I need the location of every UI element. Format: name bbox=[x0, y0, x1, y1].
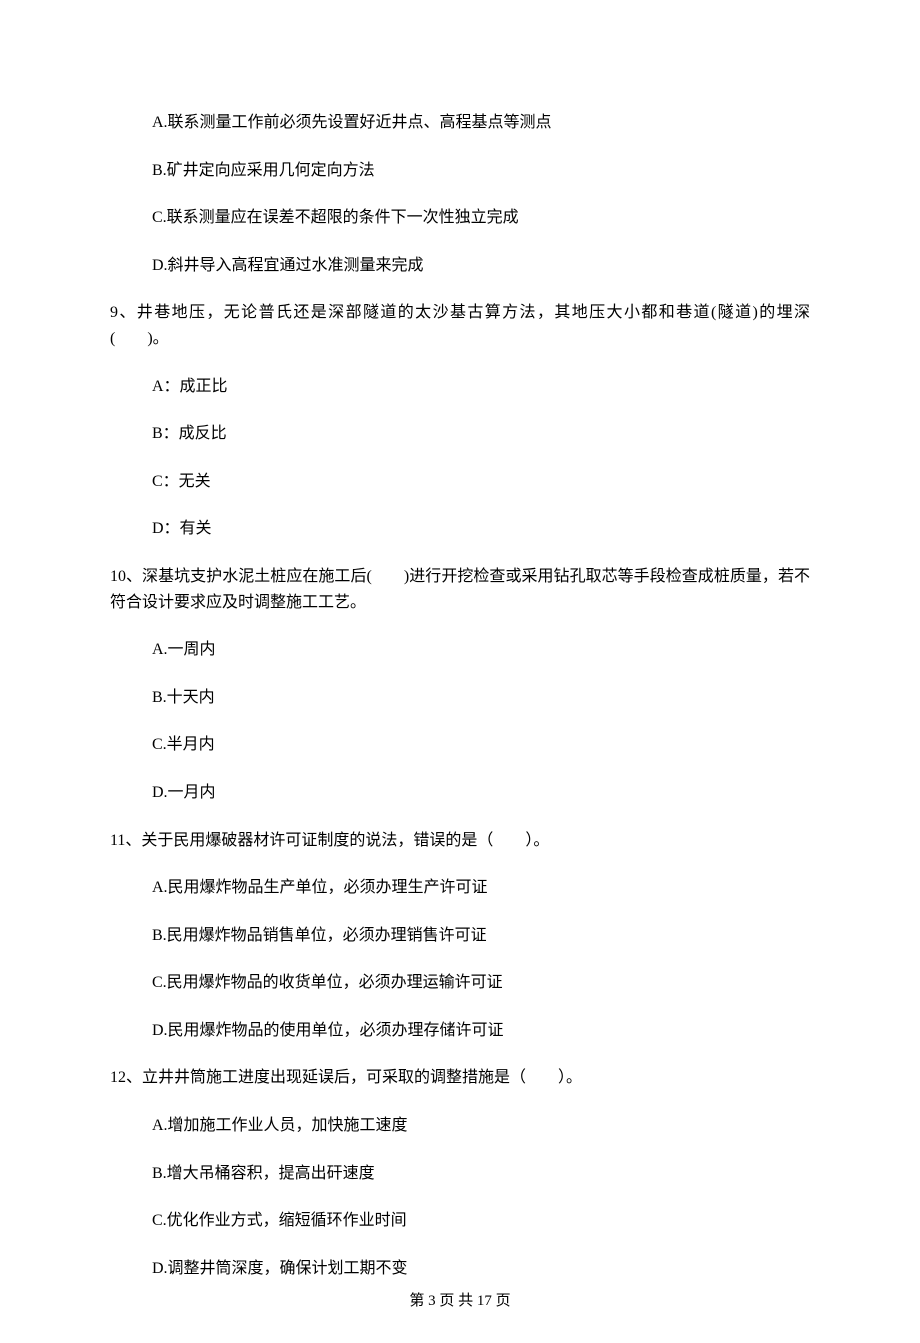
q8-option-a: A.联系测量工作前必须先设置好近井点、高程基点等测点 bbox=[152, 110, 810, 136]
q9-text: 9、井巷地压，无论普氏还是深部隧道的太沙基古算方法，其地压大小都和巷道(隧道)的… bbox=[110, 300, 810, 351]
q10-text: 10、深基坑支护水泥土桩应在施工后( )进行开挖检查或采用钻孔取芯等手段检查成桩… bbox=[110, 564, 810, 615]
q8-option-c: C.联系测量应在误差不超限的条件下一次性独立完成 bbox=[152, 205, 810, 231]
q12-option-b: B.增大吊桶容积，提高出矸速度 bbox=[152, 1161, 810, 1187]
q12-text: 12、立井井筒施工进度出现延误后，可采取的调整措施是（ ）。 bbox=[110, 1065, 810, 1091]
q11-option-c: C.民用爆炸物品的收货单位，必须办理运输许可证 bbox=[152, 970, 810, 996]
q9-option-a: A：成正比 bbox=[152, 374, 810, 400]
q9-option-d: D：有关 bbox=[152, 516, 810, 542]
q9-option-c: C：无关 bbox=[152, 469, 810, 495]
q11-option-a: A.民用爆炸物品生产单位，必须办理生产许可证 bbox=[152, 875, 810, 901]
q9-option-b: B：成反比 bbox=[152, 421, 810, 447]
page-footer: 第 3 页 共 17 页 bbox=[0, 1289, 920, 1313]
q11-option-b: B.民用爆炸物品销售单位，必须办理销售许可证 bbox=[152, 923, 810, 949]
q10-option-a: A.一周内 bbox=[152, 637, 810, 663]
q10-option-c: C.半月内 bbox=[152, 732, 810, 758]
q11-option-d: D.民用爆炸物品的使用单位，必须办理存储许可证 bbox=[152, 1018, 810, 1044]
q10-option-b: B.十天内 bbox=[152, 685, 810, 711]
q12-option-d: D.调整井筒深度，确保计划工期不变 bbox=[152, 1256, 810, 1282]
q10-option-d: D.一月内 bbox=[152, 780, 810, 806]
q12-option-c: C.优化作业方式，缩短循环作业时间 bbox=[152, 1208, 810, 1234]
q8-option-b: B.矿井定向应采用几何定向方法 bbox=[152, 158, 810, 184]
q11-text: 11、关于民用爆破器材许可证制度的说法，错误的是（ ）。 bbox=[110, 828, 810, 854]
q12-option-a: A.增加施工作业人员，加快施工速度 bbox=[152, 1113, 810, 1139]
q8-option-d: D.斜井导入高程宜通过水准测量来完成 bbox=[152, 253, 810, 279]
